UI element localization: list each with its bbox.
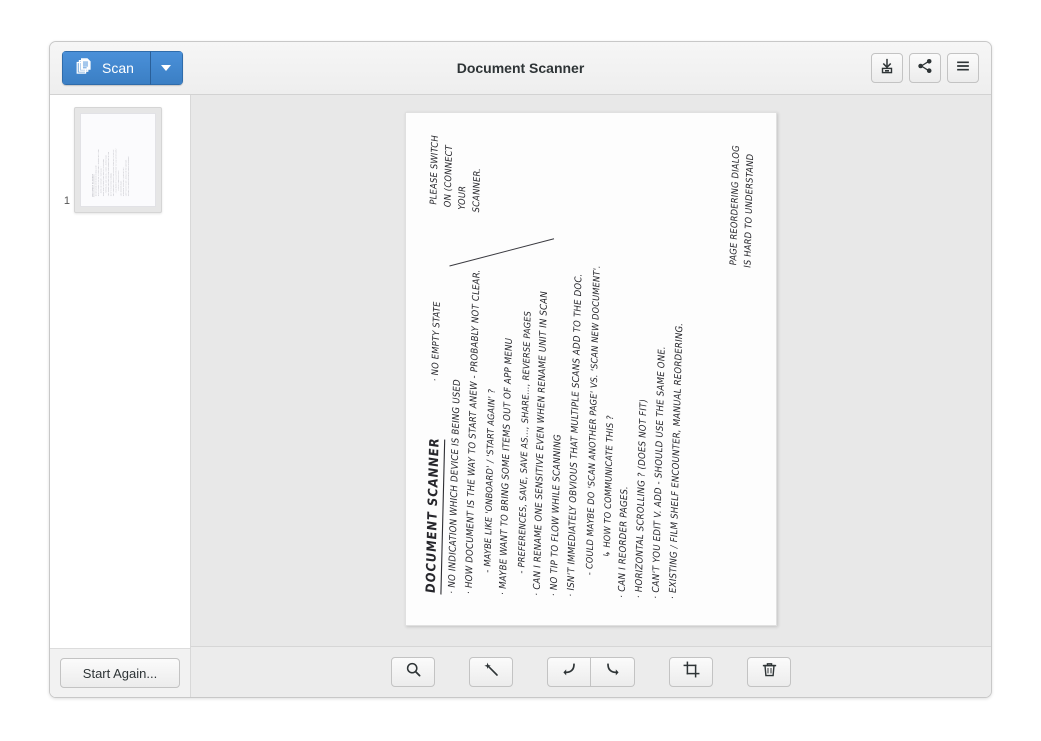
note-line: · CAN'T YOU EDIT V. ADD - SHOULD USE THE… xyxy=(125,159,127,198)
header-bar: Scan Document Scanner xyxy=(50,42,991,95)
note-line: - PREFERENCES, SAVE, SAVE AS..., SHARE..… xyxy=(105,154,107,194)
scanned-page-image[interactable]: DOCUMENT SCANNER · NO INDICATION WHICH D… xyxy=(405,111,777,626)
handwritten-note: DOCUMENT SCANNER · NO INDICATION WHICH D… xyxy=(406,114,776,623)
thumbnail-rotation-wrapper: DOCUMENT SCANNER · NO INDICATION WHICH D… xyxy=(81,114,155,206)
note-line: · NO TIP TO FLOW WHILE SCANNING xyxy=(110,172,112,198)
note-line: ↳ HOW TO COMMUNICATE THIS ? xyxy=(117,169,120,192)
application-window: Scan Document Scanner 1 DOCUMENT SCANNER… xyxy=(49,41,992,698)
page-viewer[interactable]: DOCUMENT SCANNER · NO INDICATION WHICH D… xyxy=(191,95,991,646)
scan-split-button[interactable]: Scan xyxy=(62,51,183,85)
crop-icon xyxy=(683,661,700,683)
note-line: - MAYBE LIKE 'ONBOARD' / 'START AGAIN' ? xyxy=(100,166,102,194)
header-right-group xyxy=(871,53,979,83)
scan-dropdown-button[interactable] xyxy=(150,51,183,85)
page-number-label: 1 xyxy=(63,195,70,207)
save-download-icon xyxy=(879,58,895,79)
page-thumbnail-list[interactable]: 1 DOCUMENT SCANNER · NO INDICATION WHICH… xyxy=(50,95,190,648)
save-button[interactable] xyxy=(871,53,903,83)
page-thumbnail-image: DOCUMENT SCANNER · NO INDICATION WHICH D… xyxy=(80,113,156,207)
page-tools-toolbar xyxy=(191,646,991,697)
magic-wand-icon xyxy=(483,661,500,683)
delete-button[interactable] xyxy=(747,657,791,687)
main-area: DOCUMENT SCANNER · NO INDICATION WHICH D… xyxy=(191,95,991,697)
thumbnail-note-content: DOCUMENT SCANNER · NO INDICATION WHICH D… xyxy=(91,123,144,198)
zoom-button[interactable] xyxy=(391,657,435,687)
rotate-left-icon xyxy=(561,661,578,683)
list-item[interactable]: 1 DOCUMENT SCANNER · NO INDICATION WHICH… xyxy=(50,107,190,213)
magic-wand-button[interactable] xyxy=(469,657,513,687)
note-line: · HORIZONTAL SCROLLING ? (DOES NOT FIT) xyxy=(122,167,125,198)
thumb-note-lines: · NO INDICATION WHICH DEVICE IS BEING US… xyxy=(95,123,129,197)
trash-icon xyxy=(761,661,778,683)
note-empty-state-remark: · NO EMPTY STATE xyxy=(429,299,443,382)
documents-stack-icon xyxy=(75,57,94,79)
note-line: · HOW DOCUMENT IS THE WAY TO START ANEW … xyxy=(97,148,100,198)
crop-button[interactable] xyxy=(669,657,713,687)
menu-button[interactable] xyxy=(947,53,979,83)
note-line: - COULD MAYBE DO 'SCAN ANOTHER PAGE' VS.… xyxy=(115,147,117,194)
note-line: · CAN I REORDER PAGES. xyxy=(120,180,122,198)
note-line: · NO INDICATION WHICH DEVICE IS BEING US… xyxy=(95,165,97,198)
chevron-down-icon xyxy=(161,65,172,71)
window-body: 1 DOCUMENT SCANNER · NO INDICATION WHICH… xyxy=(50,95,991,697)
note-title: DOCUMENT SCANNER xyxy=(422,435,446,595)
rotate-left-button[interactable] xyxy=(547,657,591,687)
rotate-right-icon xyxy=(604,661,621,683)
hamburger-menu-icon xyxy=(955,58,971,79)
note-line: · MAYBE WANT TO BRING SOME ITEMS OUT OF … xyxy=(102,158,105,198)
share-button[interactable] xyxy=(909,53,941,83)
note-line: · CAN I RENAME ONE SENSITIVE EVEN WHEN R… xyxy=(107,151,110,198)
start-again-button[interactable]: Start Again... xyxy=(60,658,180,688)
window-title: Document Scanner xyxy=(456,60,585,76)
sidebar-footer: Start Again... xyxy=(50,648,190,697)
magnifier-icon xyxy=(405,661,422,683)
note-body-lines: · NO INDICATION WHICH DEVICE IS BEING US… xyxy=(447,137,689,600)
page-sidebar: 1 DOCUMENT SCANNER · NO INDICATION WHICH… xyxy=(50,95,191,697)
header-left-group: Scan xyxy=(62,51,183,85)
scan-button-label: Scan xyxy=(102,60,134,76)
page-thumbnail[interactable]: DOCUMENT SCANNER · NO INDICATION WHICH D… xyxy=(74,107,162,213)
rotate-button-group xyxy=(547,657,635,687)
note-scanner-remark: PLEASE SWITCH ON (CONNECT YOUR SCANNER. xyxy=(427,134,483,214)
rotate-right-button[interactable] xyxy=(591,657,635,687)
thumb-note-title: DOCUMENT SCANNER xyxy=(91,173,95,198)
share-icon xyxy=(917,58,933,79)
note-line: · ISN'T IMMEDIATELY OBVIOUS THAT MULTIPL… xyxy=(112,149,115,198)
scan-button[interactable]: Scan xyxy=(62,51,151,85)
note-line: · EXISTING / FILM SHELF ENCOUNTER, MANUA… xyxy=(127,155,130,198)
note-reorder-remark: PAGE REORDERING DIALOG IS HARD TO UNDERS… xyxy=(727,143,756,269)
